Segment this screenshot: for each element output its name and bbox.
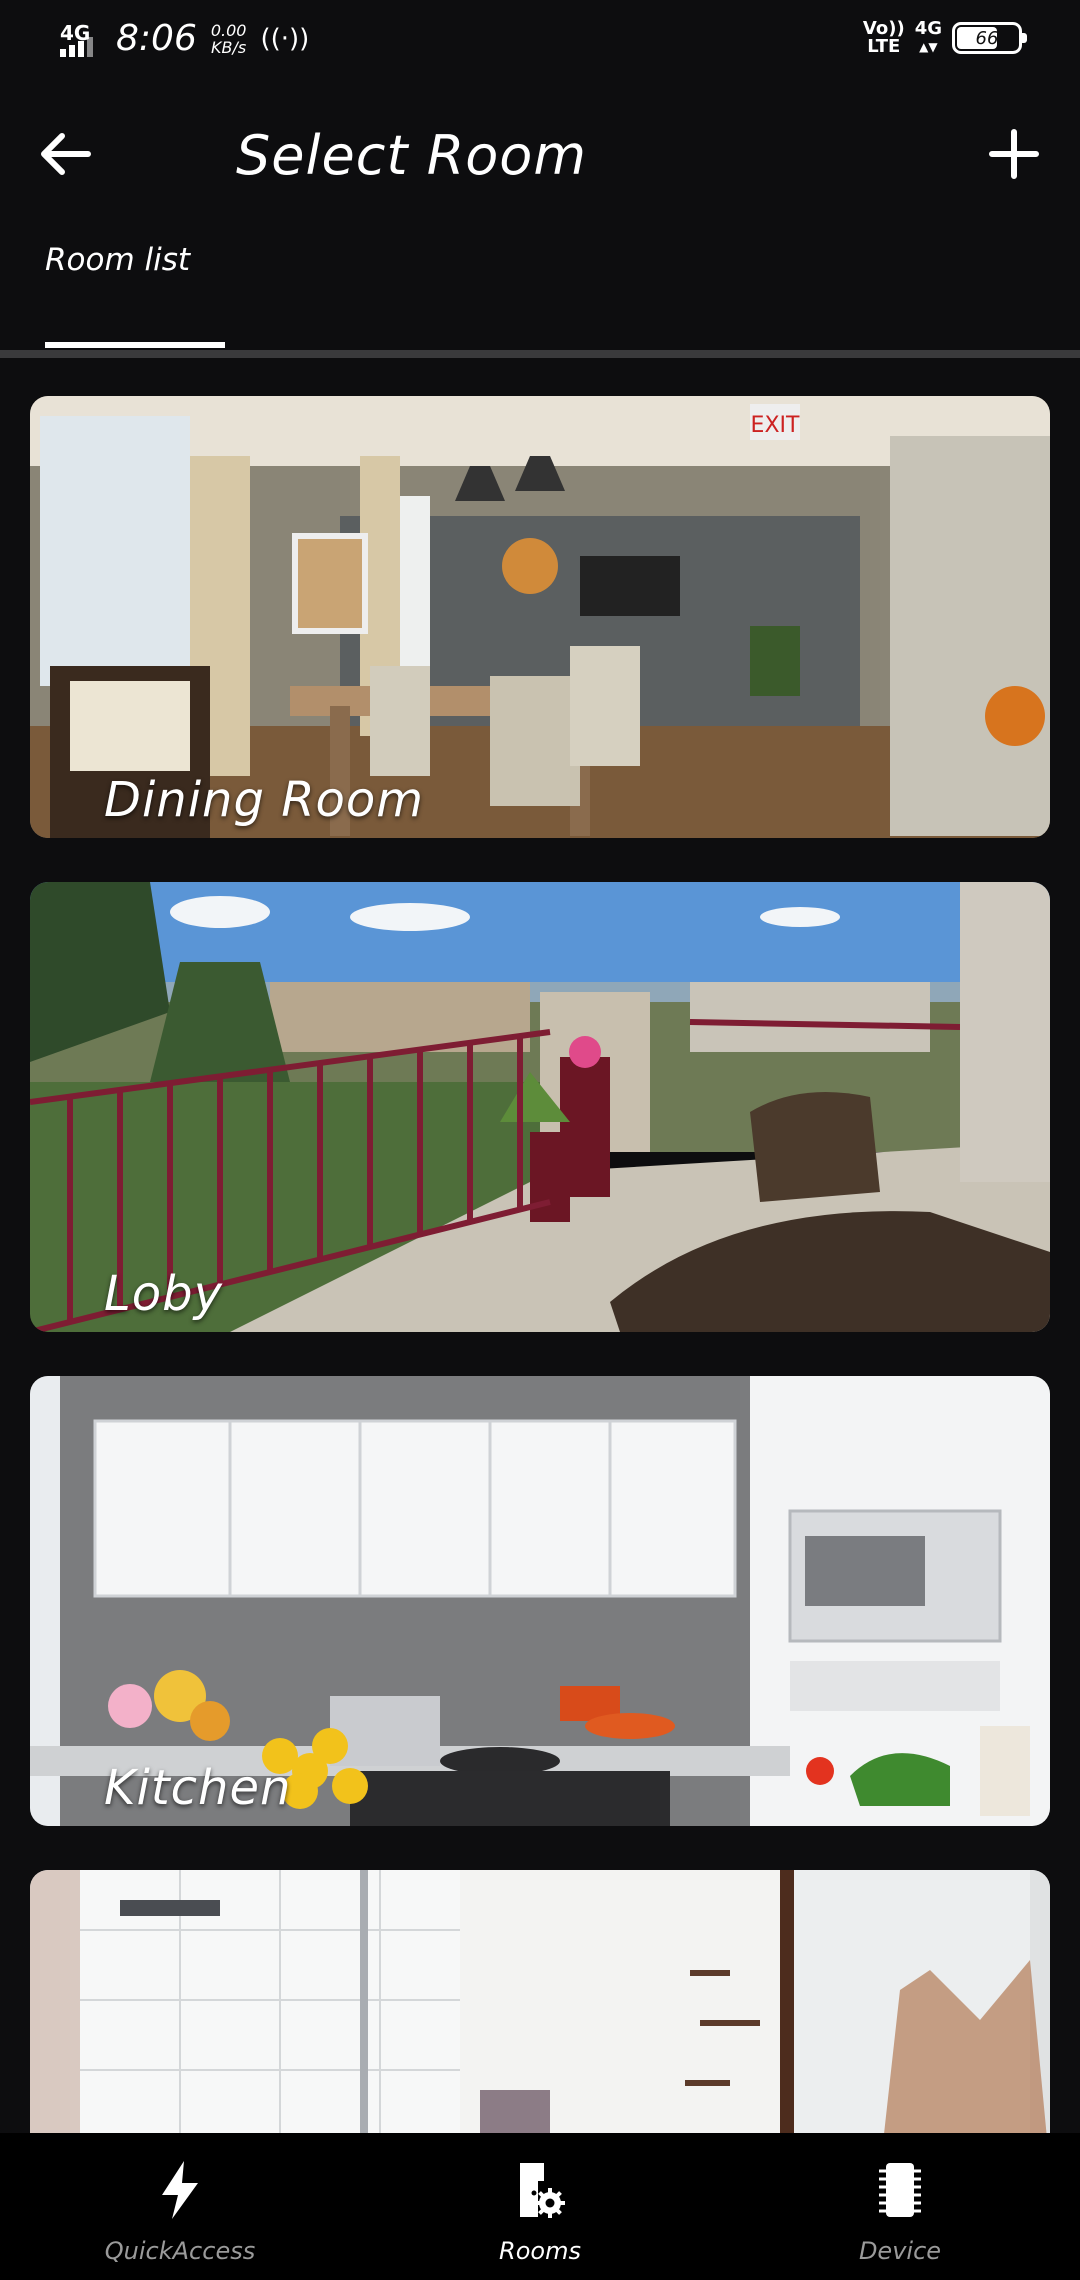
room-card-bathroom[interactable] bbox=[30, 1870, 1050, 2170]
plus-icon[interactable] bbox=[984, 124, 1044, 184]
bottom-navigation: QuickAccess Rooms Device bbox=[0, 2133, 1080, 2280]
network-indicator: 4G ▲▼ bbox=[914, 18, 942, 55]
app-header: Select Room bbox=[0, 100, 1080, 210]
nav-label-device: Device bbox=[858, 2237, 942, 2265]
kitchen-image bbox=[30, 1376, 1050, 1826]
clock: 8:06 bbox=[116, 18, 197, 59]
room-card-loby[interactable]: Loby bbox=[30, 882, 1050, 1332]
room-card-dining-room[interactable]: EXIT Dining Room bbox=[30, 396, 1050, 838]
room-card-kitchen[interactable]: Kitchen bbox=[30, 1376, 1050, 1826]
room-settings-icon bbox=[520, 2163, 565, 2218]
status-bar: 4G 8:06 0.00 KB/s ((·)) Vo)) LTE 4G ▲▼ 6… bbox=[0, 0, 1080, 82]
lightning-icon bbox=[162, 2161, 198, 2219]
tab-active-indicator bbox=[45, 342, 225, 348]
tab-divider bbox=[0, 350, 1080, 358]
nav-quickaccess[interactable]: QuickAccess bbox=[50, 2133, 310, 2280]
signal-icon: 4G bbox=[58, 19, 102, 59]
room-name: Loby bbox=[104, 1266, 223, 1322]
room-name: Kitchen bbox=[104, 1760, 292, 1816]
battery-icon: 66 bbox=[952, 22, 1027, 54]
room-name: Dining Room bbox=[104, 772, 425, 828]
network-speed: 0.00 KB/s bbox=[210, 20, 247, 57]
volte-indicator: Vo)) LTE bbox=[862, 18, 905, 57]
svg-text:EXIT: EXIT bbox=[751, 413, 800, 438]
tab-bar: Room list bbox=[0, 230, 1080, 358]
page-title: Select Room bbox=[236, 124, 587, 187]
nav-device[interactable]: Device bbox=[770, 2133, 1030, 2280]
hotspot-icon: ((·)) bbox=[260, 23, 310, 54]
lobby-image bbox=[30, 882, 1050, 1332]
nav-label-quickaccess: QuickAccess bbox=[104, 2237, 256, 2265]
battery-level: 66 bbox=[975, 27, 999, 49]
nav-rooms[interactable]: Rooms bbox=[410, 2133, 670, 2280]
back-arrow-icon[interactable] bbox=[36, 124, 96, 184]
bathroom-image bbox=[30, 1870, 1050, 2170]
nav-label-rooms: Rooms bbox=[499, 2237, 581, 2265]
tab-room-list[interactable]: Room list bbox=[45, 242, 190, 278]
device-chip-icon bbox=[879, 2163, 921, 2217]
